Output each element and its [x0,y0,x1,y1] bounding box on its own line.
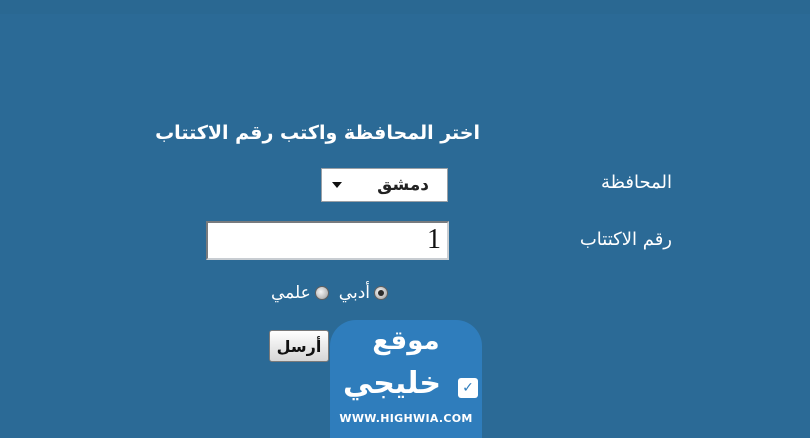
radio-scientific-label[interactable]: علمي [271,283,311,303]
governorate-label: المحافظة [600,172,672,193]
governorate-select[interactable]: دمشق [321,168,448,202]
watermark-line2: خليجي [342,366,442,401]
registration-number-input[interactable]: 1 [206,221,449,260]
top-band [0,0,810,14]
submit-button[interactable]: أرسل [269,330,329,362]
registration-number-label: رقم الاكتتاب [579,229,672,250]
branch-radio-group: أدبي علمي [228,280,388,306]
radio-option-literary[interactable]: أدبي [339,283,388,303]
watermark-url: WWW.HIGHWIA.COM [339,412,473,425]
governorate-select-value: دمشق [377,175,429,195]
watermark-line1: موقع [372,326,440,356]
check-icon: ✓ [458,378,478,398]
radio-literary-label[interactable]: أدبي [339,283,370,303]
dropdown-arrow-icon[interactable] [332,182,342,188]
form-heading: اختر المحافظة واكتب رقم الاكتتاب [155,122,480,144]
site-watermark-logo: موقع خليجي ✓ WWW.HIGHWIA.COM [330,320,482,438]
radio-scientific[interactable] [314,286,329,300]
radio-literary[interactable] [374,286,388,300]
radio-option-scientific[interactable]: علمي [271,283,329,303]
